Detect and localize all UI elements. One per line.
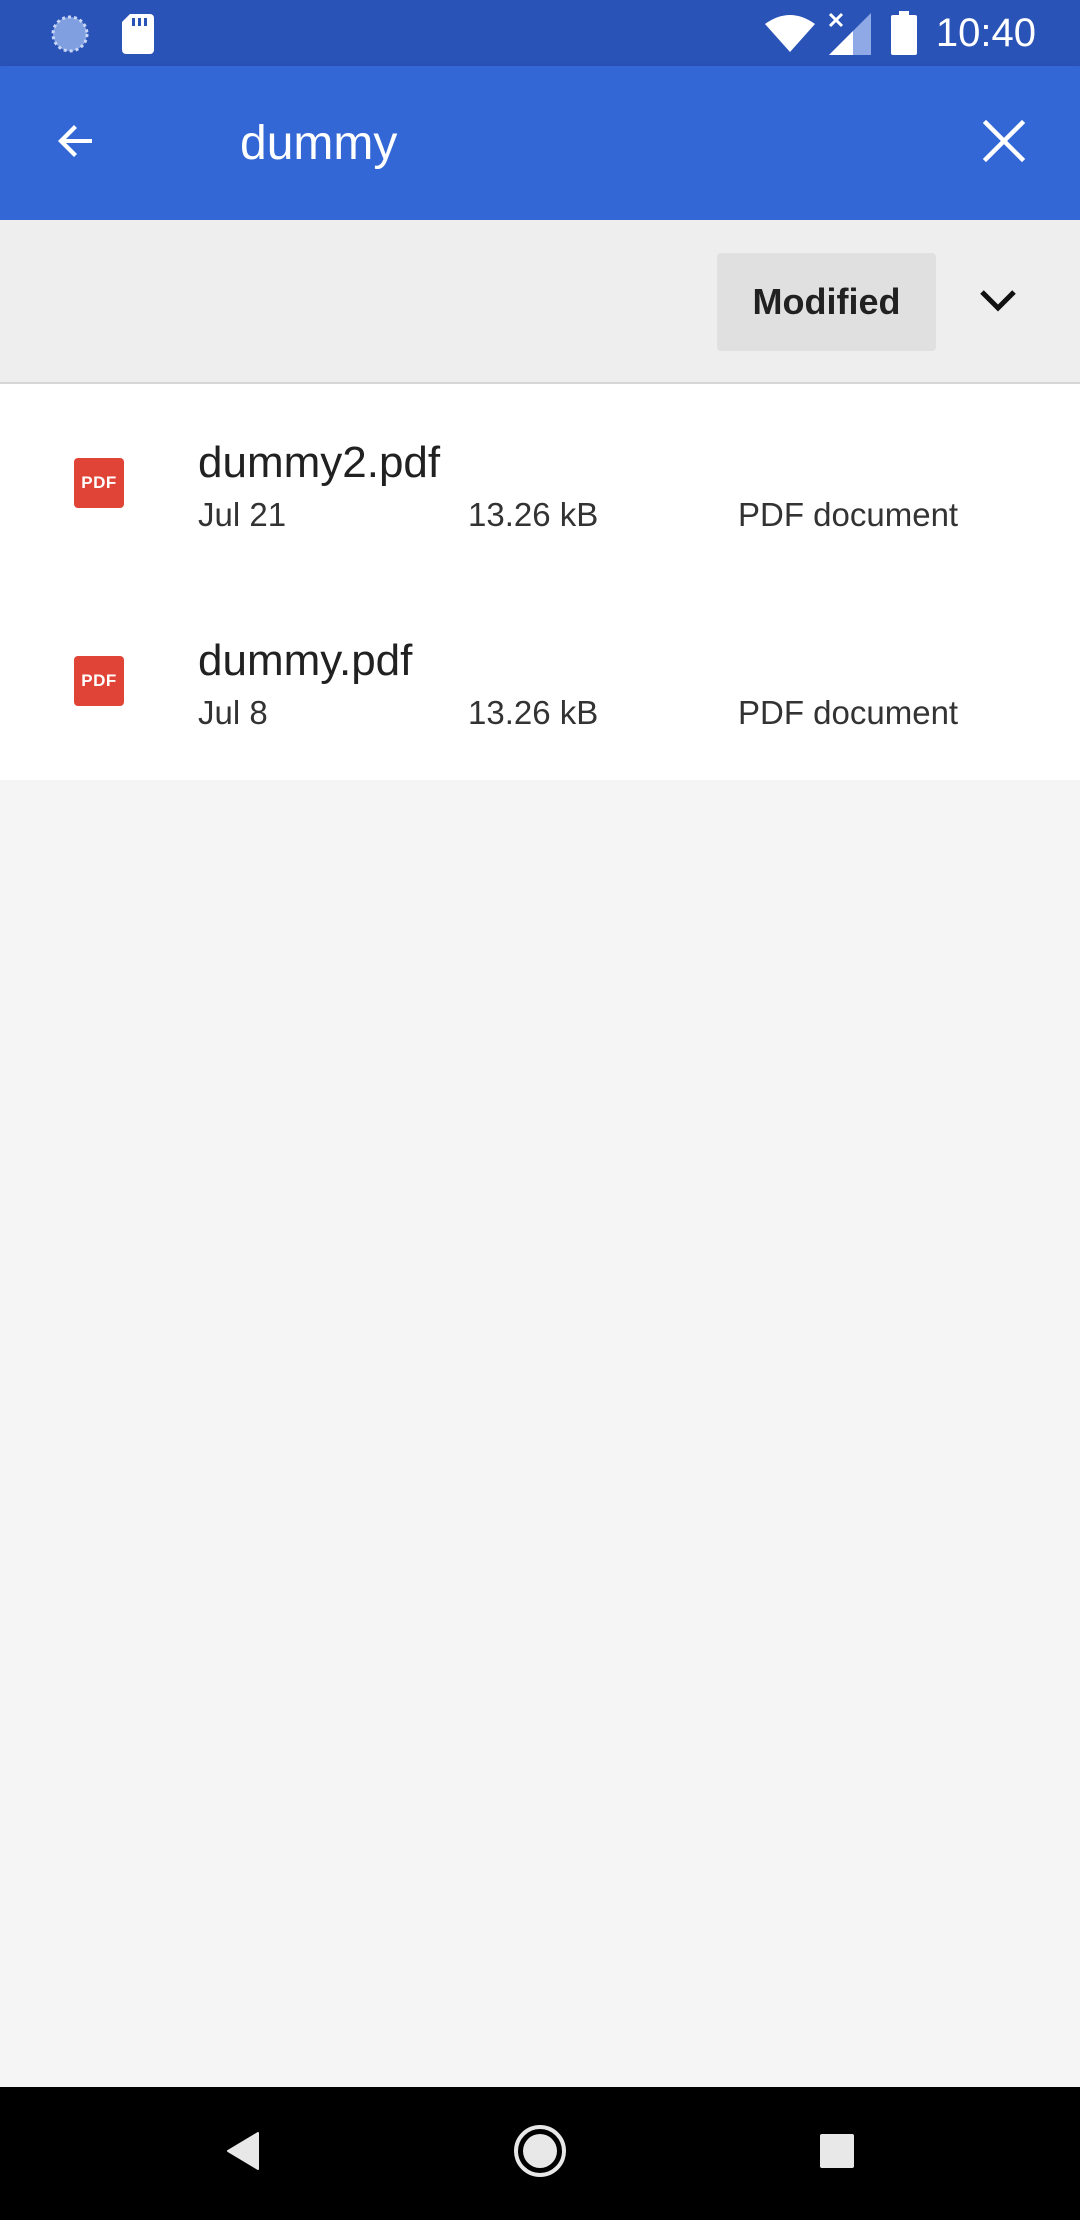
back-triangle-icon — [224, 2131, 260, 2176]
status-bar: 10:40 — [0, 0, 1080, 66]
file-size: 13.26 kB — [468, 694, 599, 731]
chevron-down-icon — [979, 288, 1017, 317]
list-item[interactable]: PDF dummy2.pdf Jul 21 13.26 kB PDF docum… — [0, 384, 1080, 582]
home-circle-icon — [513, 2124, 567, 2183]
sd-card-icon — [120, 12, 156, 56]
sort-by-button[interactable]: Modified — [717, 253, 936, 351]
file-type: PDF document — [738, 694, 959, 731]
search-toolbar — [0, 66, 1080, 220]
recents-square-icon — [819, 2133, 855, 2174]
wifi-icon — [764, 12, 816, 56]
close-icon — [982, 119, 1026, 168]
clear-search-button[interactable] — [962, 101, 1046, 185]
nav-recents-button[interactable] — [767, 2087, 907, 2220]
status-time: 10:40 — [935, 11, 1036, 55]
file-list: PDF dummy2.pdf Jul 21 13.26 kB PDF docum… — [0, 384, 1080, 780]
back-button[interactable] — [34, 101, 118, 185]
search-input[interactable] — [240, 106, 920, 180]
pdf-file-icon: PDF — [74, 656, 124, 706]
nav-home-button[interactable] — [470, 2087, 610, 2220]
file-size: 13.26 kB — [468, 496, 599, 533]
screen: 10:40 Modified — [0, 0, 1080, 2220]
file-date: Jul 8 — [198, 694, 268, 731]
nav-back-button[interactable] — [172, 2087, 312, 2220]
sort-direction-toggle[interactable] — [960, 253, 1035, 351]
file-name: dummy2.pdf — [198, 438, 441, 487]
list-item[interactable]: PDF dummy.pdf Jul 8 13.26 kB PDF documen… — [0, 582, 1080, 780]
arrow-back-icon — [52, 117, 100, 170]
sort-bar: Modified — [0, 220, 1080, 384]
file-name: dummy.pdf — [198, 636, 413, 685]
file-date: Jul 21 — [198, 496, 287, 533]
cell-signal-icon — [826, 10, 872, 56]
pdf-file-icon: PDF — [74, 458, 124, 508]
battery-icon — [890, 10, 918, 56]
loading-spinner-icon — [48, 12, 92, 56]
file-type: PDF document — [738, 496, 959, 533]
system-nav-bar — [0, 2087, 1080, 2220]
empty-list-area — [0, 780, 1080, 2087]
